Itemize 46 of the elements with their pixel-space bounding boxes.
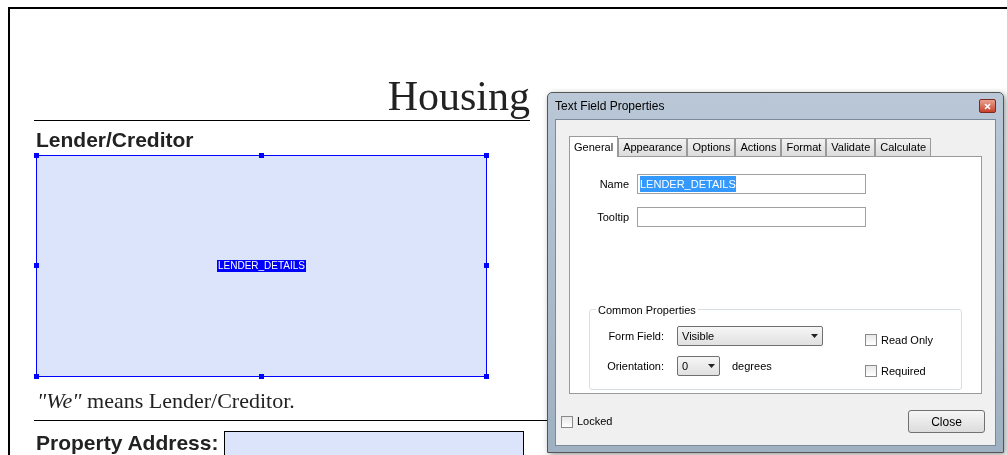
unit-label: degrees <box>732 358 772 374</box>
caret-icon <box>708 364 715 368</box>
resize-handle[interactable] <box>34 263 39 268</box>
checkbox[interactable] <box>865 364 877 377</box>
field-label: Name <box>598 176 630 192</box>
selected-text: LENDER_DETAILS <box>640 175 736 193</box>
tab[interactable]: Format <box>781 138 827 156</box>
checkbox-label: Required <box>881 363 926 379</box>
tab[interactable]: Validate <box>826 138 876 156</box>
section-heading: Lender/Creditor <box>35 127 195 153</box>
resize-handle[interactable] <box>484 153 489 158</box>
checkbox-label: Read Only <box>881 333 933 348</box>
resize-handle[interactable] <box>259 374 264 379</box>
checkbox-row[interactable]: Read Only <box>865 332 933 349</box>
document-title: Housing <box>387 75 530 117</box>
checkbox[interactable] <box>561 415 573 428</box>
close-button[interactable] <box>979 99 996 113</box>
resize-handle[interactable] <box>259 153 264 158</box>
field-label: Form Field: <box>607 328 665 344</box>
field-name-label: LENDER_DETAILS <box>216 260 307 272</box>
resize-handle[interactable] <box>484 263 489 268</box>
input-field[interactable] <box>637 207 866 227</box>
section-heading: Property Address: <box>36 431 219 455</box>
dropdown[interactable]: 0 <box>677 356 720 376</box>
checkbox[interactable] <box>865 334 877 347</box>
checkbox-row[interactable]: Required <box>865 362 933 379</box>
tab[interactable]: Appearance <box>618 138 688 156</box>
input-field[interactable] <box>224 431 525 455</box>
resize-handle[interactable] <box>34 153 39 158</box>
window-title: Text Field Properties <box>555 98 665 115</box>
tab[interactable]: Calculate <box>875 138 932 156</box>
tab[interactable]: Actions <box>735 138 782 156</box>
form-field[interactable]: LENDER_DETAILS <box>36 155 487 377</box>
tab[interactable]: Options <box>687 138 736 156</box>
field-label: Orientation: <box>606 358 665 374</box>
close-icon <box>984 102 991 110</box>
dropdown[interactable]: Visible <box>677 326 823 346</box>
field-label: Tooltip <box>596 209 630 225</box>
checkbox-label: Locked <box>577 414 613 430</box>
tab[interactable]: General <box>569 136 619 157</box>
caret-icon <box>811 334 818 338</box>
close-button[interactable]: Close <box>908 410 985 433</box>
resize-handle[interactable] <box>34 374 39 379</box>
checkbox-row[interactable]: Locked <box>561 413 613 430</box>
resize-handle[interactable] <box>484 374 489 379</box>
definition-text: "We" means Lender/Creditor. <box>36 388 296 414</box>
